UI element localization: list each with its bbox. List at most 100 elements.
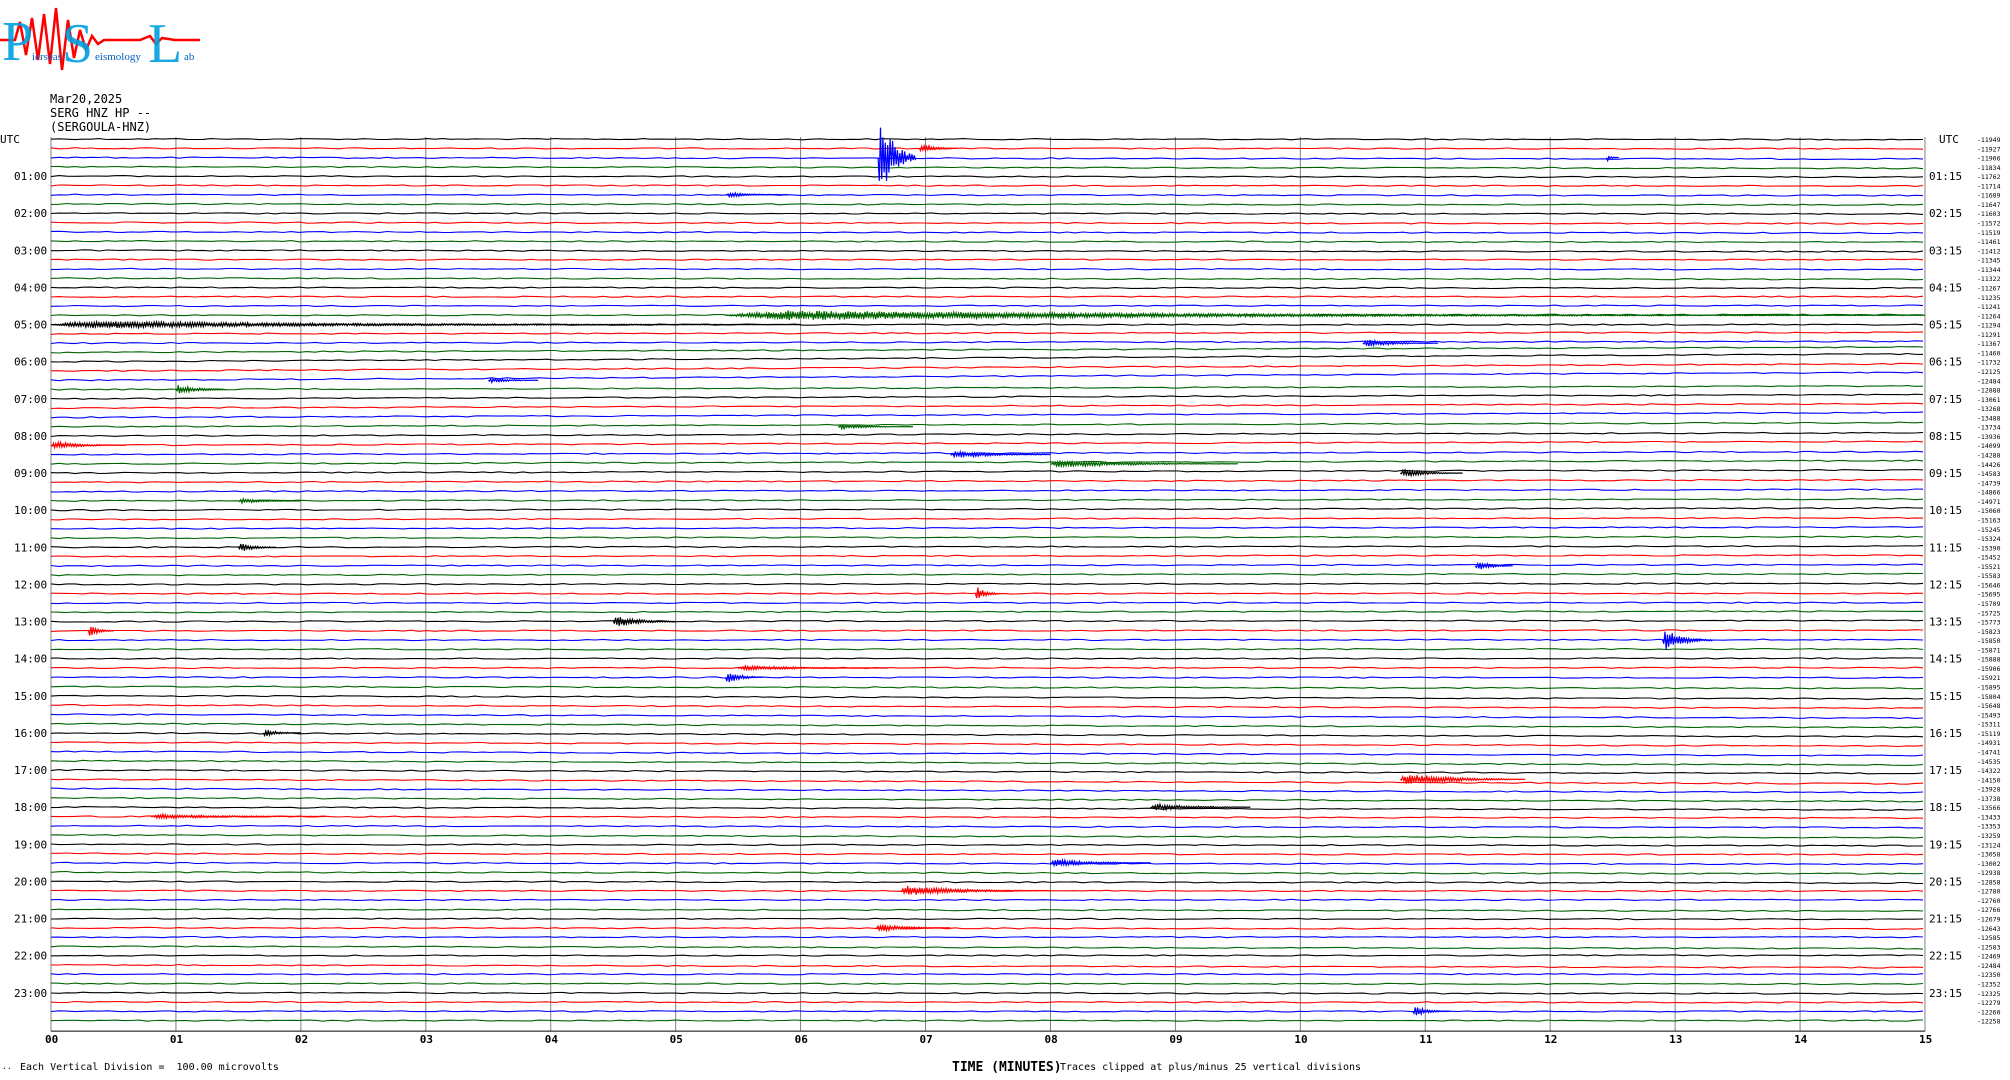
row-offset-label-27: -12888: [1977, 387, 2001, 395]
event-burst-16: [1474, 561, 1513, 570]
x-tick-03: 03: [420, 1033, 433, 1046]
event-burst-7: [175, 384, 227, 394]
hour-label-left-1: 01:00: [14, 170, 47, 183]
hour-label-left-6: 06:00: [14, 356, 47, 369]
row-offset-label-43: -15324: [1977, 535, 2001, 543]
trace-row-87: [50, 945, 1924, 950]
hour-label-right-18: 18:15: [1929, 801, 1962, 814]
row-offset-label-81: -12780: [1977, 888, 2001, 896]
hour-label-right-8: 08:15: [1929, 430, 1962, 443]
x-tick-14: 14: [1794, 1033, 1808, 1046]
row-offset-label-39: -14971: [1977, 498, 2001, 506]
hour-label-right-9: 09:15: [1929, 467, 1962, 480]
row-offset-label-0: -11949: [1977, 136, 2001, 144]
trace-row-57: [50, 666, 1924, 670]
row-offset-label-4: -11762: [1977, 173, 2001, 181]
trace-row-8: [50, 212, 1924, 215]
row-offset-label-51: -15725: [1977, 609, 2001, 617]
row-offset-label-16: -11267: [1977, 284, 2001, 292]
row-offset-label-26: -12484: [1977, 377, 2001, 385]
row-offset-label-48: -15646: [1977, 581, 2001, 589]
hour-label-right-15: 15:15: [1929, 690, 1962, 703]
trace-row-64: [50, 732, 1924, 738]
event-burst-9: [837, 423, 914, 431]
trace-row-1: [50, 147, 1924, 150]
row-offset-label-32: -13936: [1977, 433, 2001, 441]
row-offset-label-85: -12643: [1977, 925, 2001, 933]
x-tick-00: 00: [45, 1033, 58, 1046]
row-offset-label-49: -15695: [1977, 591, 2001, 599]
row-offset-label-40: -15060: [1977, 507, 2001, 515]
trace-row-82: [50, 898, 1924, 902]
trace-row-21: [50, 331, 1924, 335]
hour-label-right-13: 13:15: [1929, 616, 1962, 629]
hour-label-right-16: 16:15: [1929, 727, 1962, 740]
hour-label-right-6: 06:15: [1929, 356, 1962, 369]
row-offset-label-5: -11714: [1977, 182, 2001, 190]
trace-row-29: [50, 402, 1924, 410]
trace-row-6: [50, 193, 1924, 197]
hour-label-left-20: 20:00: [14, 875, 47, 888]
row-offset-label-1: -11927: [1977, 145, 2001, 153]
row-offset-label-61: -15648: [1977, 702, 2001, 710]
row-offset-label-14: -11344: [1977, 266, 2001, 274]
row-offset-label-37: -14739: [1977, 479, 2001, 487]
trace-row-93: [50, 1000, 1924, 1004]
hour-label-right-3: 03:15: [1929, 244, 1962, 257]
row-offset-label-23: -11460: [1977, 349, 2001, 357]
row-offset-label-65: -14931: [1977, 739, 2001, 747]
row-offset-label-56: -15888: [1977, 656, 2001, 664]
row-offset-label-68: -14322: [1977, 767, 2001, 775]
event-burst-22: [725, 673, 764, 683]
trace-row-23: [50, 345, 1924, 354]
trace-row-45: [50, 554, 1924, 558]
row-offset-label-60: -15804: [1977, 693, 2001, 701]
row-offset-label-92: -12325: [1977, 990, 2001, 998]
trace-row-14: [51, 267, 1924, 271]
event-burst-19: [87, 626, 114, 636]
trace-row-46: [50, 563, 1924, 567]
hour-label-right-17: 17:15: [1929, 764, 1962, 777]
row-offset-label-91: -12352: [1977, 980, 2001, 988]
row-offset-label-3: -11834: [1977, 164, 2001, 172]
trace-row-26: [50, 371, 1924, 382]
trace-row-42: [50, 526, 1924, 530]
trace-row-78: [50, 861, 1924, 866]
trace-row-84: [50, 917, 1924, 921]
row-offset-label-20: -11294: [1977, 322, 2001, 330]
x-tick-15: 15: [1919, 1033, 1932, 1046]
event-burst-8: [487, 377, 539, 385]
trace-row-92: [50, 991, 1924, 995]
row-offset-label-44: -15390: [1977, 544, 2001, 552]
trace-row-5: [50, 184, 1924, 187]
row-offset-label-36: -14583: [1977, 470, 2001, 478]
hour-label-left-8: 08:00: [14, 430, 47, 443]
row-offset-label-38: -14866: [1977, 489, 2001, 497]
trace-row-38: [50, 488, 1924, 493]
trace-row-18: [50, 304, 1924, 308]
row-offset-label-11: -11461: [1977, 238, 2001, 246]
hour-label-right-23: 23:15: [1929, 987, 1962, 1000]
trace-row-0: [50, 137, 1924, 141]
trace-row-27: [50, 385, 1924, 391]
hour-label-right-7: 07:15: [1929, 393, 1962, 406]
event-burst-20: [1662, 631, 1713, 650]
row-offset-label-95: -12258: [1977, 1018, 2001, 1026]
hour-label-right-21: 21:15: [1929, 913, 1962, 926]
row-offset-label-45: -15452: [1977, 554, 2001, 562]
trace-row-85: [50, 926, 1924, 931]
trace-row-32: [50, 431, 1924, 438]
hour-label-left-9: 09:00: [14, 467, 47, 480]
hour-label-left-14: 14:00: [14, 653, 47, 666]
trace-row-79: [50, 870, 1924, 875]
row-offset-label-57: -15906: [1977, 665, 2001, 673]
x-tick-08: 08: [1044, 1033, 1057, 1046]
row-offset-label-21: -11291: [1977, 331, 2001, 339]
trace-row-48: [50, 582, 1924, 586]
row-offset-label-24: -11732: [1977, 359, 2001, 367]
event-burst-28: [900, 885, 1051, 896]
x-tick-09: 09: [1169, 1033, 1182, 1046]
trace-row-61: [50, 704, 1924, 710]
row-offset-label-34: -14288: [1977, 452, 2001, 460]
trace-row-70: [50, 787, 1924, 794]
